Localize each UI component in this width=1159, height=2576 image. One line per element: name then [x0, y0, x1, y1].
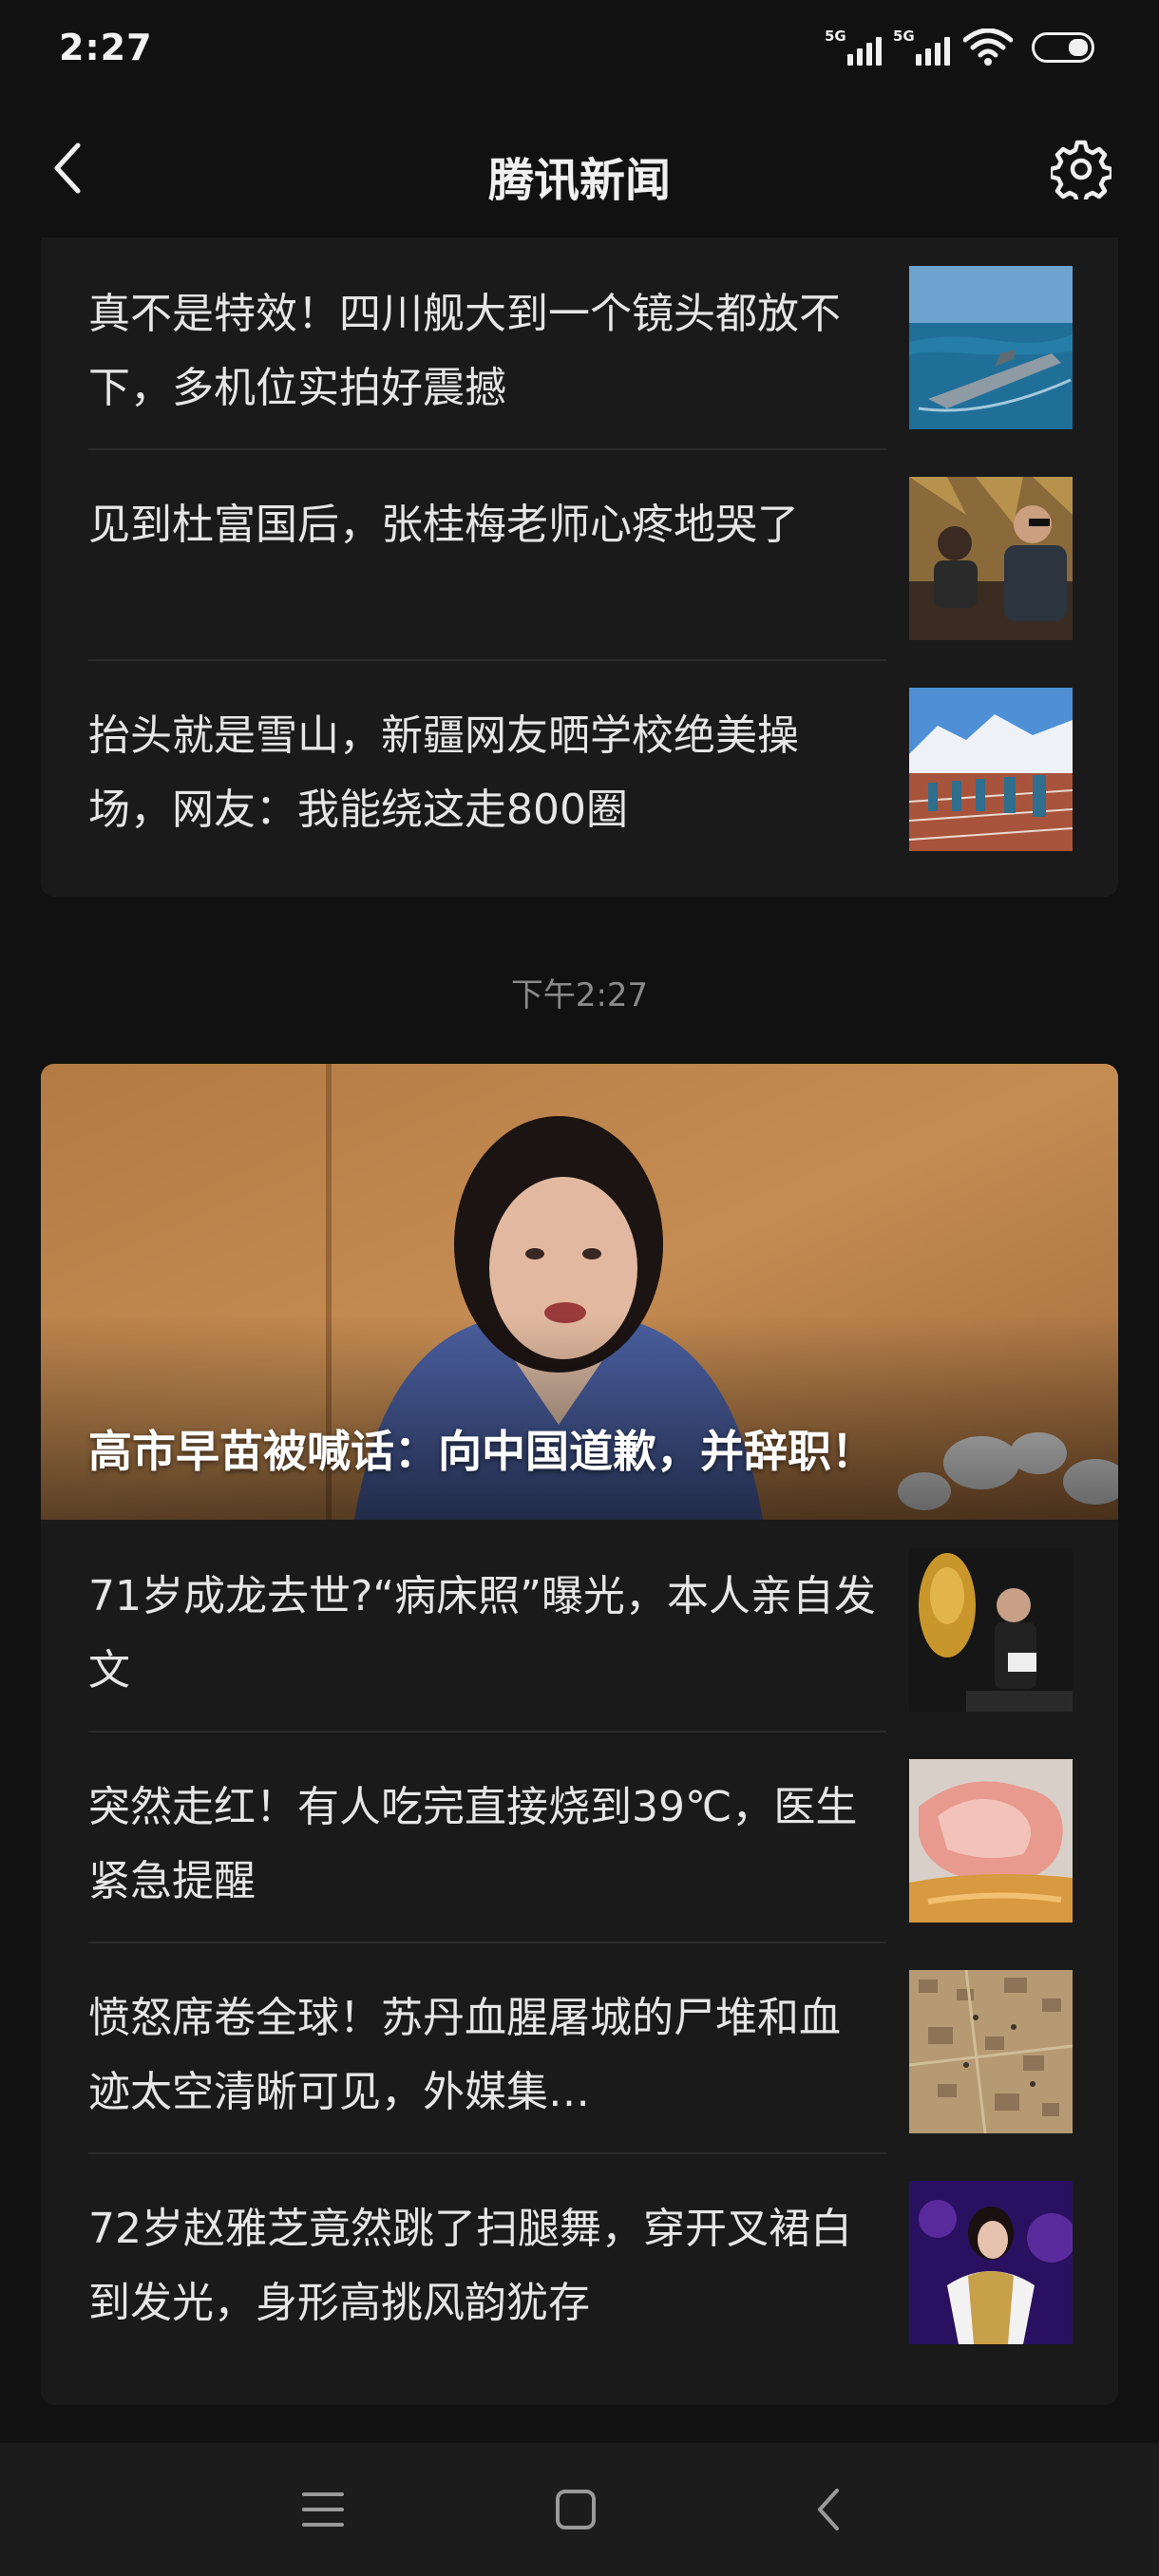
news-card-top: 真不是特效！四川舰大到一个镜头都放不下，多机位实拍好震撼 见到杜富国后，张桂梅老… [41, 237, 1118, 897]
news-title: 抬头就是雪山，新疆网友晒学校绝美操场，网友：我能绕这走800圈 [88, 711, 799, 834]
snow-mountain-playground-thumbnail [909, 688, 1073, 851]
satellite-image-thumbnail [909, 1970, 1073, 2133]
signal-icon-sim2: 5G [893, 28, 950, 66]
news-title: 真不是特效！四川舰大到一个镜头都放不下，多机位实拍好震撼 [88, 290, 841, 412]
news-item[interactable]: 见到杜富国后，张桂梅老师心疼地哭了 [41, 448, 1118, 659]
settings-button[interactable] [1045, 133, 1117, 205]
page-title: 腾讯新闻 [487, 154, 671, 207]
chevron-left-icon [818, 2489, 839, 2530]
status-bar: 2:27 5G 5G [0, 0, 1159, 95]
award-stage-thumbnail [909, 1548, 1073, 1712]
news-item[interactable]: 真不是特效！四川舰大到一个镜头都放不下，多机位实拍好震撼 [41, 237, 1118, 448]
system-back-button[interactable] [790, 2472, 866, 2548]
recent-apps-button[interactable] [285, 2472, 361, 2548]
news-item[interactable]: 抬头就是雪山，新疆网友晒学校绝美操场，网友：我能绕这走800圈 [41, 659, 1118, 870]
news-title: 突然走红！有人吃完直接烧到39℃，医生紧急提醒 [88, 1783, 858, 1905]
battery-icon [1032, 32, 1094, 63]
system-nav-bar [0, 2443, 1159, 2576]
news-item[interactable]: 突然走红！有人吃完直接烧到39℃，医生紧急提醒 [41, 1731, 1118, 1941]
news-screen: 2:27 5G 5G 腾讯新闻 真不是特效！四川舰大到一个镜头都放不下，多机位实… [0, 0, 1159, 2576]
square-icon [556, 2490, 596, 2529]
hero-news-item[interactable]: 高市早苗被喊话：向中国道歉，并辞职！ [41, 1064, 1118, 1520]
status-icons: 5G 5G [825, 28, 1094, 66]
news-title: 71岁成龙去世?“病床照”曝光，本人亲自发文 [88, 1572, 876, 1695]
wifi-icon [963, 28, 1013, 66]
news-item[interactable]: 愤怒席卷全球！苏丹血腥屠城的尸堆和血迹太空清晰可见，外媒集… [41, 1941, 1118, 2152]
news-title: 72岁赵雅芝竟然跳了扫腿舞，穿开叉裙白到发光，身形高挑风韵犹存 [88, 2205, 852, 2327]
menu-icon [302, 2492, 344, 2527]
home-button[interactable] [538, 2472, 614, 2548]
app-bar: 腾讯新闻 [0, 114, 1159, 228]
meeting-thumbnail [909, 477, 1073, 640]
hero-title: 高市早苗被喊话：向中国道歉，并辞职！ [88, 1426, 875, 1477]
signal-icon-sim1: 5G [825, 28, 882, 66]
news-title: 愤怒席卷全球！苏丹血腥屠城的尸堆和血迹太空清晰可见，外媒集… [88, 1994, 841, 2116]
food-closeup-thumbnail [909, 1759, 1073, 1923]
singer-stage-thumbnail [909, 2181, 1073, 2344]
gear-icon [1051, 140, 1112, 199]
news-item[interactable]: 71岁成龙去世?“病床照”曝光，本人亲自发文 [41, 1520, 1118, 1731]
news-title: 见到杜富国后，张桂梅老师心疼地哭了 [88, 501, 799, 549]
timestamp-label: 下午2:27 [510, 976, 649, 1014]
aircraft-carrier-thumbnail [909, 266, 1073, 429]
news-card-bottom: 高市早苗被喊话：向中国道歉，并辞职！ 71岁成龙去世?“病床照”曝光，本人亲自发… [41, 1064, 1118, 2405]
news-item[interactable]: 72岁赵雅芝竟然跳了扫腿舞，穿开叉裙白到发光，身形高挑风韵犹存 [41, 2152, 1118, 2363]
status-time: 2:27 [59, 27, 153, 68]
